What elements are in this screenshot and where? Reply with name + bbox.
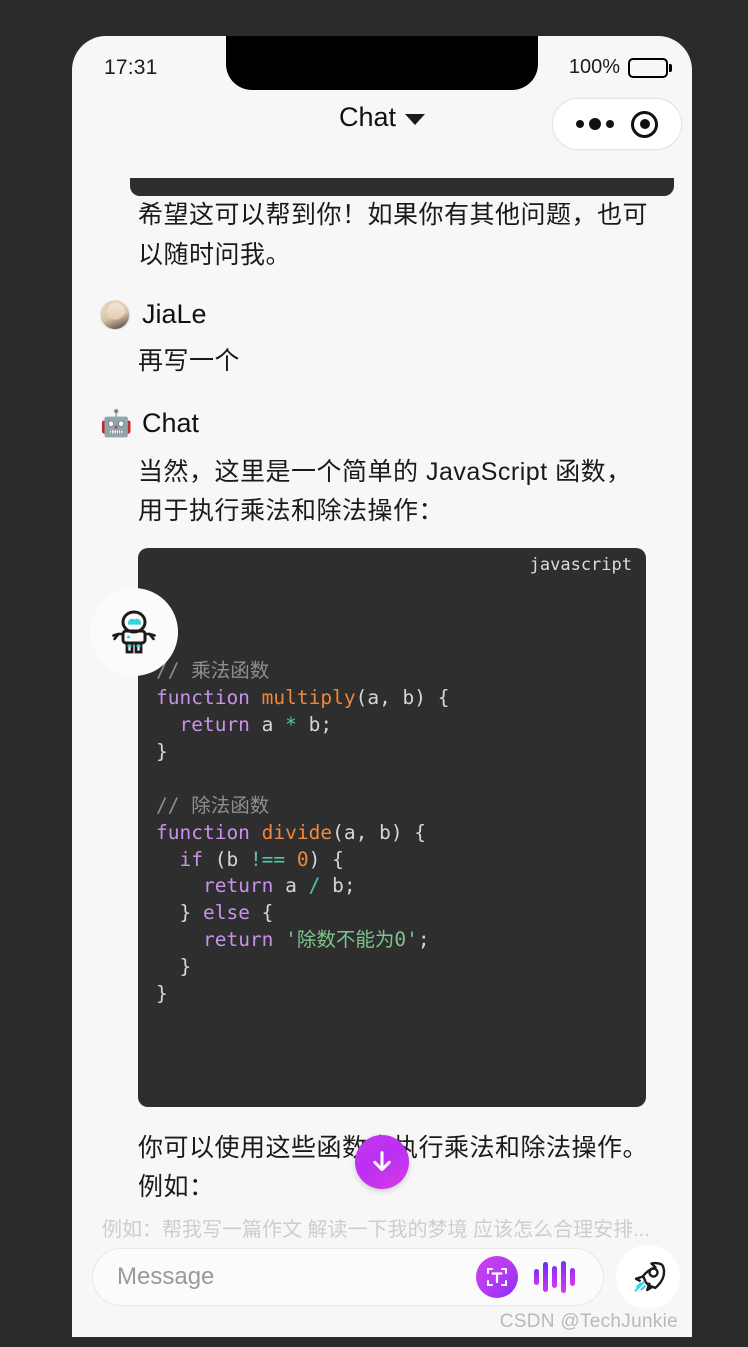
robot-face-avatar[interactable]: 🤖 [100,408,132,438]
user-photo-avatar[interactable] [100,299,130,330]
voice-waveform-icon[interactable] [534,1260,575,1294]
device-notch [226,36,538,90]
battery-group: 100% [568,56,672,79]
code-line: function multiply(a, b) { [156,686,450,710]
code-language-label: javascript [529,554,632,575]
speaker-name-user: JiaLe [142,299,207,329]
message-input[interactable]: Message [92,1248,604,1306]
robot-badge-icon[interactable] [90,587,178,676]
code-line: // 乘法函数 [156,659,270,683]
chevron-down-icon[interactable] [405,114,426,125]
code-block-javascript-functions[interactable]: javascript // 乘法函数 function multiply(a, b… [90,547,646,1107]
chat-scroll-area[interactable]: 希望这可以帮到你！如果你有其他问题，也可以随时问我。 JiaLe 再写一个 🤖 … [72,148,692,1205]
code-block-body: // 乘法函数 function multiply(a, b) { return … [156,658,628,1008]
code-line: // 除法函数 [156,793,270,817]
previous-code-block-edge [130,178,674,196]
input-row: Message [92,1245,680,1309]
scroll-to-bottom-button[interactable] [355,1135,409,1189]
suggestion-hint-text[interactable]: 例如：帮我写一篇作文 解读一下我的梦境 应该怎么合理安排... [102,1213,662,1242]
user-message-text: 再写一个 [138,347,241,375]
message-placeholder: Message [117,1263,215,1290]
more-dots-icon[interactable] [575,118,614,130]
code-line: } [156,739,168,763]
code-line: if (b !== 0) { [179,847,344,871]
miniprogram-capsule[interactable] [552,98,682,150]
arrow-down-icon [373,1151,391,1172]
speaker-row-user: JiaLe [100,299,692,330]
phone-frame: 17:31 100% Chat 希望这可以帮到你！如果你有其他问题，也可以随时问… [72,36,692,1337]
code-line: return '除数不能为0'; [202,928,430,952]
speaker-name-assistant: Chat [142,407,200,438]
text-scan-icon[interactable] [476,1256,518,1298]
rocket-icon[interactable] [616,1245,680,1309]
battery-percent: 100% [568,56,620,78]
code-line: } else { [156,901,274,925]
status-time: 17:31 [104,56,158,79]
code-line: return a / b; [202,874,356,898]
battery-full-icon [628,57,672,78]
assistant-intro-text: 当然，这里是一个简单的 JavaScript 函数，用于执行乘法和除法操作： [138,457,632,526]
code-line: } [156,982,168,1006]
csdn-watermark: CSDN @TechJunkie [499,1311,678,1332]
code-line: return a * b; [179,713,333,737]
speaker-row-assistant: 🤖 Chat [100,408,692,439]
assistant-message-text: 希望这可以帮到你！如果你有其他问题，也可以随时问我。 [138,201,649,269]
page-title: Chat [338,102,397,132]
nav-bar: Chat [72,94,692,156]
target-circle-icon[interactable] [631,110,659,138]
code-line: } [156,955,192,979]
code-line: function divide(a, b) { [156,820,427,844]
